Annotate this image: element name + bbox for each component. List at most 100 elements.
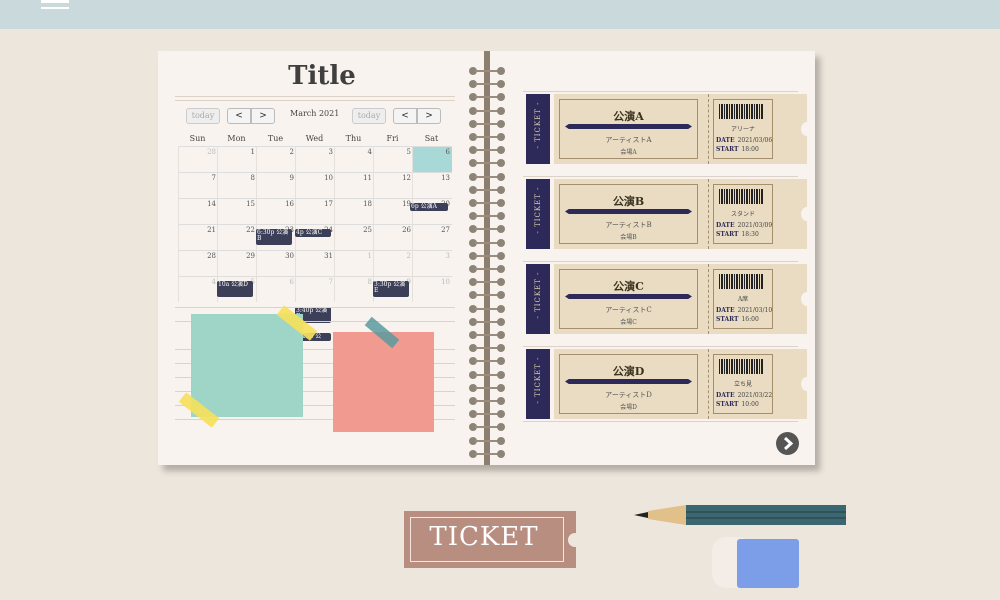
calendar-day-cell[interactable]: 31 (295, 250, 335, 276)
calendar-day-cell[interactable]: 28 (178, 250, 218, 276)
ticket-artist: アーティストA (605, 136, 652, 144)
calendar-event[interactable]: 6p 公演A (410, 203, 448, 211)
day-number: 22 (246, 226, 255, 234)
decorative-ticket: TICKET (404, 511, 582, 568)
day-number: 8 (250, 174, 255, 182)
calendar-day-cell[interactable]: 25 (334, 224, 374, 250)
calendar-day-cell[interactable]: 7 (295, 276, 335, 302)
calendar-day-cell[interactable]: 8 (334, 276, 374, 302)
calendar-day-cell[interactable]: 19 (373, 198, 413, 224)
calendar-event[interactable]: 6:30p 公演B (256, 229, 292, 245)
date-label: DATE (716, 222, 735, 229)
calendar-day-cell[interactable]: 1 (217, 146, 257, 172)
ticket-artist: アーティストB (605, 221, 652, 229)
calendar-day-cell[interactable]: 11 (334, 172, 374, 198)
calendar-day-cell[interactable]: 6 (256, 276, 296, 302)
calendar-day-cell[interactable]: 30 (256, 250, 296, 276)
calendar-day-cell[interactable]: 27 (412, 224, 452, 250)
calendar-day-cell[interactable]: 2 (373, 250, 413, 276)
prev-month-button[interactable]: < (227, 108, 251, 124)
spiral-ring (469, 331, 505, 339)
spiral-ring (469, 423, 505, 432)
calendar-day-cell[interactable]: 5 (373, 146, 413, 172)
calendar-day-cell[interactable]: 6 (412, 146, 452, 172)
day-number: 29 (246, 252, 255, 260)
ticket-name: 公演A (613, 110, 644, 123)
spiral-ring (469, 119, 505, 128)
spiral-ring (469, 278, 505, 287)
day-number: 13 (441, 174, 450, 182)
perforation (708, 349, 709, 419)
ticket-card[interactable]: - TICKET - 公演C アーティストC 会場C A席 DATE 2021/0… (526, 264, 813, 334)
day-number: 11 (363, 174, 372, 182)
calendar-day-cell[interactable]: 26 (373, 224, 413, 250)
calendar-event[interactable]: 10a 公演D (217, 281, 253, 297)
calendar-day-cell[interactable]: 10 (295, 172, 335, 198)
today-button[interactable]: today (352, 108, 386, 124)
notebook: Title today < > March 2021 today < > Sun… (158, 51, 815, 465)
today-button[interactable]: today (186, 108, 220, 124)
ticket-card[interactable]: - TICKET - 公演A アーティストA 会場A アリーナ DATE 2021… (526, 94, 813, 164)
calendar-day-cell[interactable]: 1 (334, 250, 374, 276)
calendar-day-cell[interactable]: 13 (412, 172, 452, 198)
calendar-day-cell[interactable]: 15 (217, 198, 257, 224)
calendar-day-cell[interactable]: 2 (256, 146, 296, 172)
day-number: 8 (367, 278, 372, 286)
calendar-event[interactable]: 4p 公演C (295, 229, 331, 237)
day-number: 6 (445, 148, 450, 156)
day-number: 28 (207, 148, 216, 156)
ticket-main: 公演B アーティストB 会場B (559, 184, 698, 244)
next-page-button[interactable] (776, 432, 799, 455)
calendar-day-cell[interactable]: 7 (178, 172, 218, 198)
calendar-day-cell[interactable]: 14 (178, 198, 218, 224)
spiral-ring (469, 251, 505, 260)
spiral-ring (469, 80, 505, 89)
day-number: 12 (402, 174, 411, 182)
calendar-day-cell[interactable]: 24 (295, 224, 335, 250)
chevron-right-icon: > (259, 111, 267, 121)
calendar-day-cell[interactable]: 3 (295, 146, 335, 172)
prev-month-button[interactable]: < (393, 108, 417, 124)
hamburger-icon[interactable] (41, 0, 69, 12)
calendar-toolbar: today < > March 2021 today < > (158, 108, 486, 124)
day-number: 2 (406, 252, 411, 260)
calendar-day-cell[interactable]: 4 (178, 276, 218, 302)
calendar-day-cell[interactable]: 10 (412, 276, 452, 302)
start-label: START (716, 146, 739, 153)
calendar-event[interactable]: 3:30p 公演E (373, 281, 409, 297)
ticket-card[interactable]: - TICKET - 公演D アーティストD 会場D 立ち見 DATE 2021/… (526, 349, 813, 419)
calendar-day-cell[interactable]: 20 (412, 198, 452, 224)
next-month-button[interactable]: > (417, 108, 441, 124)
chevron-left-icon: < (235, 111, 243, 121)
day-number: 28 (207, 252, 216, 260)
next-month-button[interactable]: > (251, 108, 275, 124)
barcode-icon (719, 274, 763, 289)
ticket-ribbon (565, 124, 692, 129)
spiral-ring (469, 304, 505, 313)
calendar-day-cell[interactable]: 17 (295, 198, 335, 224)
spiral-ring (469, 185, 505, 194)
ticket-date: DATE 2021/03/09 (716, 222, 772, 229)
calendar-day-cell[interactable]: 21 (178, 224, 218, 250)
calendar-day-cell[interactable]: 22 (217, 224, 257, 250)
ticket-stub-label: - TICKET - (534, 186, 542, 234)
spiral-ring (469, 67, 505, 75)
calendar-day-cell[interactable]: 12 (373, 172, 413, 198)
ticket-main: 公演A アーティストA 会場A (559, 99, 698, 159)
decorative-ticket-label: TICKET (429, 522, 539, 552)
spiral-ring (469, 106, 505, 115)
calendar-day-cell[interactable]: 29 (217, 250, 257, 276)
calendar-day-cell[interactable]: 18 (334, 198, 374, 224)
chevron-right-icon: > (425, 111, 433, 121)
ticket-artist: アーティストC (605, 306, 652, 314)
calendar-day-cell[interactable]: 4 (334, 146, 374, 172)
calendar-day-cell[interactable]: 8 (217, 172, 257, 198)
calendar-day-cell[interactable]: 9 (256, 172, 296, 198)
spiral-ring (469, 344, 505, 353)
ticket-venue: 会場C (620, 319, 637, 326)
calendar-day-cell[interactable]: 16 (256, 198, 296, 224)
day-number: 15 (246, 200, 255, 208)
calendar-day-cell[interactable]: 3 (412, 250, 452, 276)
ticket-card[interactable]: - TICKET - 公演B アーティストB 会場B スタンド DATE 2021… (526, 179, 813, 249)
calendar-day-cell[interactable]: 28 (178, 146, 218, 172)
